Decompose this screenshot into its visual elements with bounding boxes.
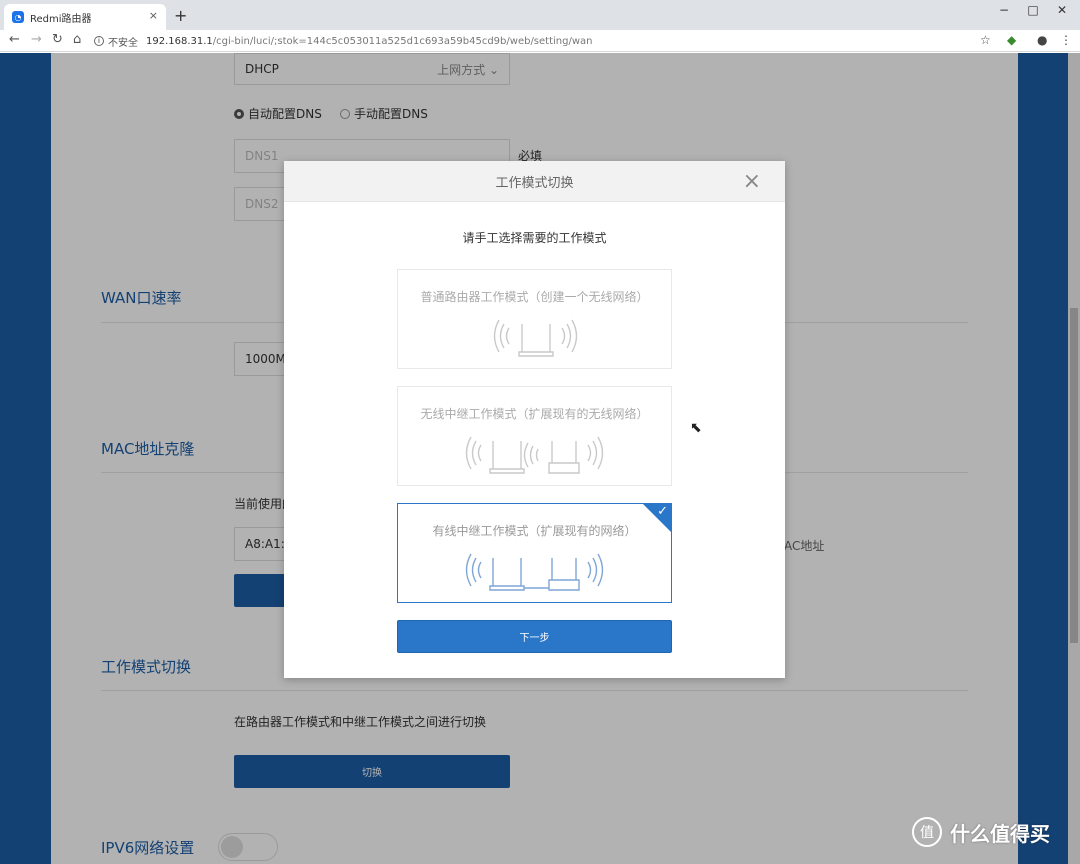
work-mode-dialog: 工作模式切换 × 请手工选择需要的工作模式 普通路由器工作模式（创建一个无线网络… [284,161,785,678]
extension-icon[interactable]: ◆ [1007,33,1016,47]
dialog-subtitle: 请手工选择需要的工作模式 [462,231,607,245]
dialog-header: 工作模式切换 × [284,161,785,202]
mode-option-label: 有线中继工作模式（扩展现有的网络） [432,524,637,538]
router-settings-page: DHCP 上网方式 ⌄ 自动配置DNS 手动配置DNS DNS1 必填 DNS2… [0,53,1080,864]
home-icon[interactable]: ⌂ [73,32,81,47]
watermark-text: 什么值得买 [950,821,1050,846]
tab-title: Redmi路由器 [30,13,92,25]
info-icon[interactable]: i [94,36,104,46]
forward-icon[interactable]: → [31,32,42,47]
wired-repeater-icon [465,553,604,591]
url-path: /cgi-bin/luci/;stok=144c5c053011a525d1c6… [212,35,593,47]
tab-strip: ◔ Redmi路由器 × + − □ ✕ [0,0,1080,30]
watermark: 值 什么值得买 [912,817,1050,847]
mode-option-wireless-repeater[interactable]: 无线中继工作模式（扩展现有的无线网络） [397,386,672,486]
reload-icon[interactable]: ↻ [52,32,63,47]
new-tab-icon[interactable]: + [174,6,187,25]
url-host: 192.168.31.1 [146,35,213,47]
bookmark-star-icon[interactable]: ☆ [980,33,991,47]
watermark-logo-icon: 值 [912,817,942,847]
account-icon[interactable]: ● [1037,33,1047,47]
checkmark-icon: ✓ [657,504,668,519]
mouse-cursor-icon: ⬉ [690,420,702,436]
browser-tab[interactable]: ◔ Redmi路由器 × [4,4,166,30]
menu-icon[interactable]: ⋮ [1060,33,1072,47]
browser-toolbar: ← → ↻ ⌂ i 不安全 192.168.31.1 /cgi-bin/luci… [0,30,1080,52]
security-label: 不安全 [108,37,138,49]
mode-option-wired-repeater[interactable]: 有线中继工作模式（扩展现有的网络） ✓ [397,503,672,603]
wifi-favicon-icon: ◔ [12,11,24,23]
minimize-icon[interactable]: − [994,3,1014,17]
mode-option-router[interactable]: 普通路由器工作模式（创建一个无线网络） [397,269,672,369]
dialog-title: 工作模式切换 [495,175,574,191]
wireless-repeater-icon [465,436,604,474]
mode-option-label: 普通路由器工作模式（创建一个无线网络） [420,290,649,304]
maximize-icon[interactable]: □ [1023,3,1043,17]
window-close-icon[interactable]: ✕ [1052,3,1072,17]
tab-close-icon[interactable]: × [149,9,158,22]
router-wifi-icon [493,319,578,357]
address-bar[interactable]: i 不安全 192.168.31.1 /cgi-bin/luci/;stok=1… [94,31,1000,51]
mode-option-label: 无线中继工作模式（扩展现有的无线网络） [420,407,649,421]
back-icon[interactable]: ← [9,32,20,47]
next-step-button[interactable]: 下一步 [397,620,672,653]
close-icon[interactable]: × [743,169,761,194]
